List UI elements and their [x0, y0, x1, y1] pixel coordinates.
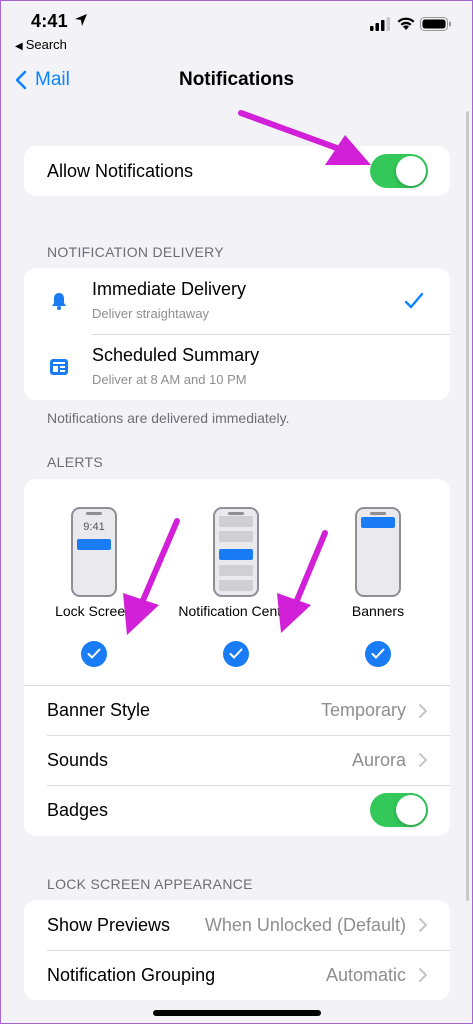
chevron-right-icon — [419, 968, 427, 982]
alerts-card: 9:41 Lock Screen Notification Centre Ban… — [24, 479, 450, 836]
immediate-delivery-subtitle: Deliver straightaway — [92, 306, 210, 321]
lock-screen-preview[interactable]: 9:41 — [71, 507, 117, 597]
show-previews-row[interactable]: Show Previews When Unlocked (Default) — [24, 900, 450, 950]
immediate-delivery-title: Immediate Delivery — [92, 279, 247, 299]
placeholder-bar — [219, 531, 253, 542]
notification-centre-preview[interactable] — [213, 507, 259, 597]
bell-icon — [52, 293, 66, 310]
battery-icon — [420, 17, 451, 31]
back-app-label: Search — [25, 37, 67, 52]
scheduled-summary-subtitle: Deliver at 8 AM and 10 PM — [92, 372, 247, 387]
chevron-right-icon — [419, 918, 427, 932]
scheduled-summary-option[interactable]: Scheduled Summary Deliver at 8 AM and 10… — [24, 334, 450, 400]
placeholder-bar — [219, 516, 253, 527]
annotation-arrow-icon — [238, 110, 371, 165]
notification-bar — [219, 549, 253, 560]
sounds-label: Sounds — [47, 749, 109, 770]
sounds-value: Aurora — [351, 749, 406, 770]
allow-notifications-label: Allow Notifications — [47, 160, 194, 181]
banners-preview[interactable] — [355, 507, 401, 597]
placeholder-bar — [219, 580, 253, 591]
wifi-icon — [397, 17, 415, 30]
alert-styles: 9:41 Lock Screen Notification Centre Ban… — [24, 479, 450, 685]
phone-notch — [228, 512, 244, 515]
sounds-row[interactable]: Sounds Aurora — [24, 735, 450, 785]
banner-style-row[interactable]: Banner Style Temporary — [24, 685, 450, 735]
status-bar: 4:41 ◀ Search — [1, 1, 472, 57]
lock-screen-appearance-card: Show Previews When Unlocked (Default) No… — [24, 900, 450, 1000]
notification-delivery-card: Immediate Delivery Deliver straightaway … — [24, 268, 450, 400]
phone-notch — [370, 512, 386, 515]
navigation-bar: Mail Notifications — [1, 61, 472, 101]
page-title: Notifications — [178, 69, 295, 90]
location-arrow-icon — [75, 14, 87, 26]
check-icon — [229, 648, 243, 659]
notification-grouping-row[interactable]: Notification Grouping Automatic — [24, 950, 450, 1000]
badges-label: Badges — [47, 799, 109, 820]
back-triangle-icon: ◀ — [15, 41, 23, 52]
lock-screen-appearance-header: LOCK SCREEN APPEARANCE — [47, 876, 253, 892]
alerts-header: ALERTS — [47, 454, 104, 470]
home-indicator[interactable] — [153, 1010, 321, 1016]
lock-screen-time: 9:41 — [83, 521, 105, 533]
notification-bar — [361, 517, 395, 528]
notification-grouping-value: Automatic — [325, 964, 406, 985]
delivery-footnote: Notifications are delivered immediately. — [47, 410, 290, 426]
toggle-knob — [396, 156, 426, 186]
banner-style-label: Banner Style — [47, 700, 151, 720]
show-previews-label: Show Previews — [47, 914, 171, 935]
cellular-signal-icon — [370, 17, 390, 31]
scrollbar[interactable] — [466, 111, 469, 901]
show-previews-value: When Unlocked (Default) — [204, 914, 406, 935]
placeholder-bar — [219, 565, 253, 576]
badges-toggle[interactable] — [370, 793, 428, 827]
check-icon — [87, 648, 101, 659]
status-time: 4:41 — [31, 11, 68, 31]
notification-delivery-header: NOTIFICATION DELIVERY — [47, 244, 224, 260]
summary-icon — [50, 359, 68, 375]
notification-centre-checkbox[interactable] — [223, 641, 249, 667]
phone-notch — [86, 512, 102, 515]
back-to-app-link[interactable]: ◀ Search — [15, 37, 67, 52]
chevron-right-icon — [419, 703, 427, 718]
badges-row: Badges — [24, 785, 450, 835]
check-icon — [371, 648, 385, 659]
scheduled-summary-title: Scheduled Summary — [92, 345, 260, 365]
notification-grouping-label: Notification Grouping — [47, 964, 216, 985]
chevron-right-icon — [419, 753, 427, 767]
checkmark-icon — [404, 292, 424, 309]
banners-checkbox[interactable] — [365, 641, 391, 667]
notification-bar — [77, 539, 111, 550]
annotation-arrow-icon — [277, 530, 328, 633]
toggle-knob — [396, 795, 426, 825]
immediate-delivery-option[interactable]: Immediate Delivery Deliver straightaway — [24, 268, 450, 334]
annotation-arrow-icon — [123, 518, 180, 635]
lock-screen-checkbox[interactable] — [81, 641, 107, 667]
banner-style-value: Temporary — [320, 700, 406, 720]
